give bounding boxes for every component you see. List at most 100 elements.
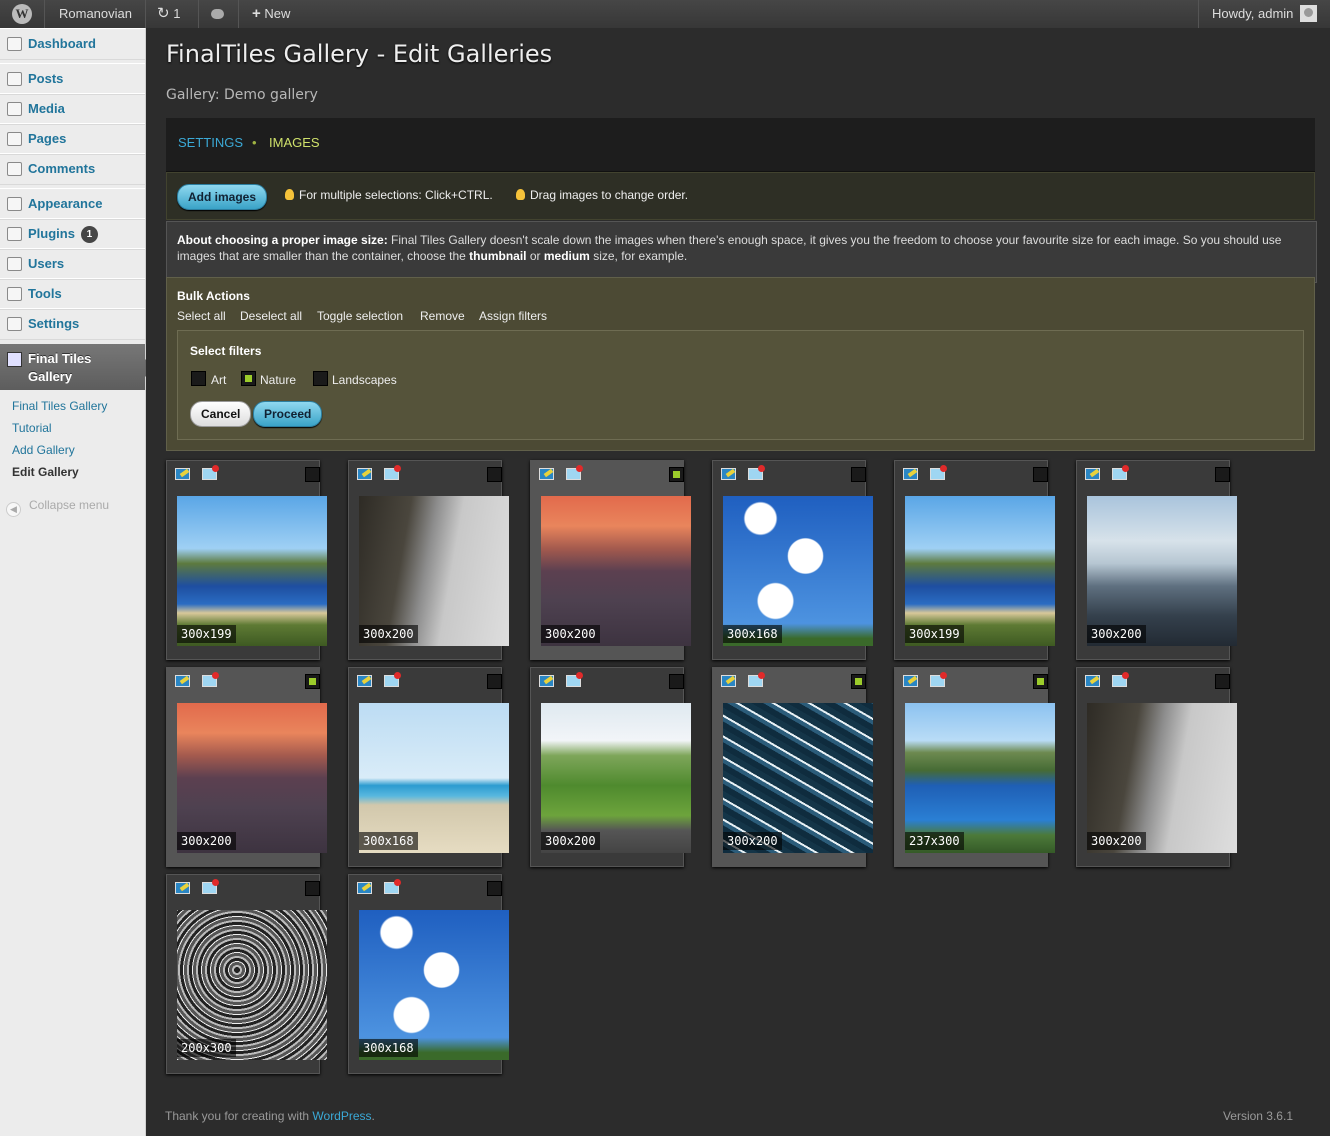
tile-select-checkbox[interactable] [669, 674, 684, 689]
tile-select-checkbox[interactable] [305, 467, 320, 482]
edit-image-icon[interactable] [175, 468, 190, 480]
proceed-button[interactable]: Proceed [253, 401, 323, 427]
image-tile[interactable]: 300x168 [348, 874, 509, 1074]
deselect-all-link[interactable]: Deselect all [240, 309, 302, 323]
tile-select-checkbox[interactable] [851, 467, 866, 482]
edit-image-icon[interactable] [539, 468, 554, 480]
collapse-menu-button[interactable]: ◀ Collapse menu [6, 498, 109, 517]
add-images-button[interactable]: Add images [177, 184, 268, 210]
assign-filters-link[interactable]: Assign filters [479, 309, 547, 323]
edit-image-icon[interactable] [175, 882, 190, 894]
wordpress-logo-icon[interactable]: W [12, 4, 32, 24]
edit-image-icon[interactable] [357, 468, 372, 480]
image-thumbnail [905, 703, 1055, 853]
edit-image-icon[interactable] [903, 675, 918, 687]
remove-image-icon[interactable] [202, 465, 219, 480]
remove-image-icon[interactable] [930, 465, 947, 480]
tab-settings[interactable]: SETTINGS [178, 135, 243, 150]
lightbulb-icon [516, 189, 525, 200]
edit-image-icon[interactable] [721, 468, 736, 480]
image-tile[interactable]: 300x168 [348, 667, 509, 867]
sidebar-item-label: Plugins [28, 226, 75, 241]
image-tile[interactable]: 237x300 [894, 667, 1055, 867]
tab-images[interactable]: IMAGES [269, 135, 320, 150]
remove-image-icon[interactable] [566, 465, 583, 480]
toggle-selection-link[interactable]: Toggle selection [317, 309, 403, 323]
sidebar-item-posts[interactable]: Posts [0, 63, 145, 95]
remove-image-icon[interactable] [384, 879, 401, 894]
edit-image-icon[interactable] [1085, 675, 1100, 687]
admin-bar: W Romanovian ↻ 1 + New Howdy, admin [0, 0, 1330, 28]
updates-count: 1 [173, 6, 181, 21]
new-content-link[interactable]: + New [252, 0, 290, 28]
account-greeting[interactable]: Howdy, admin [1212, 0, 1293, 28]
edit-image-icon[interactable] [1085, 468, 1100, 480]
sidebar-item-media[interactable]: Media [0, 93, 145, 125]
remove-image-icon[interactable] [748, 672, 765, 687]
tile-select-checkbox[interactable] [1033, 467, 1048, 482]
sidebar-item-label: Settings [28, 316, 80, 331]
edit-image-icon[interactable] [903, 468, 918, 480]
tile-select-checkbox[interactable] [669, 467, 684, 482]
filter-nature-checkbox[interactable] [241, 371, 256, 386]
tile-select-checkbox[interactable] [1215, 674, 1230, 689]
tile-select-checkbox[interactable] [487, 881, 502, 896]
sidebar-item-appearance[interactable]: Appearance [0, 188, 145, 220]
edit-image-icon[interactable] [357, 882, 372, 894]
remove-image-icon[interactable] [930, 672, 947, 687]
updates-link[interactable]: ↻ 1 [157, 0, 180, 28]
sidebar-item-tools[interactable]: Tools [0, 278, 145, 310]
edit-image-icon[interactable] [357, 675, 372, 687]
wordpress-link[interactable]: WordPress [312, 1109, 371, 1123]
tile-select-checkbox[interactable] [487, 467, 502, 482]
sidebar-item-plugins[interactable]: Plugins 1 [0, 218, 145, 250]
sidebar-item-users[interactable]: Users [0, 248, 145, 280]
image-tile[interactable]: 300x200 [530, 667, 691, 867]
avatar[interactable] [1300, 5, 1317, 22]
image-tile[interactable]: 300x200 [166, 667, 327, 867]
remove-image-icon[interactable] [1112, 465, 1129, 480]
image-tile[interactable]: 300x200 [712, 667, 873, 867]
remove-image-icon[interactable] [202, 879, 219, 894]
tile-select-checkbox[interactable] [1215, 467, 1230, 482]
image-tile[interactable]: 300x200 [348, 460, 509, 660]
remove-image-icon[interactable] [202, 672, 219, 687]
remove-image-icon[interactable] [384, 465, 401, 480]
image-tile[interactable]: 200x300 [166, 874, 327, 1074]
cancel-button[interactable]: Cancel [190, 401, 252, 427]
select-all-link[interactable]: Select all [177, 309, 226, 323]
tile-select-checkbox[interactable] [1033, 674, 1048, 689]
sidebar-item-final-tiles-gallery[interactable]: Final Tiles Gallery [0, 344, 154, 390]
sidebar-item-label: Users [28, 256, 65, 271]
image-tile[interactable]: 300x199 [894, 460, 1055, 660]
comments-link[interactable] [211, 0, 224, 28]
site-name-link[interactable]: Romanovian [59, 0, 132, 28]
edit-image-icon[interactable] [175, 675, 190, 687]
tile-select-checkbox[interactable] [305, 881, 320, 896]
submenu-tutorial[interactable]: Tutorial [12, 421, 52, 435]
image-tile[interactable]: 300x199 [166, 460, 327, 660]
submenu-add-gallery[interactable]: Add Gallery [12, 443, 75, 457]
sidebar-item-dashboard[interactable]: Dashboard [0, 28, 145, 60]
sidebar-item-settings[interactable]: Settings [0, 308, 145, 340]
submenu-final-tiles-gallery[interactable]: Final Tiles Gallery [12, 399, 107, 413]
tile-select-checkbox[interactable] [487, 674, 502, 689]
remove-image-icon[interactable] [1112, 672, 1129, 687]
remove-image-icon[interactable] [566, 672, 583, 687]
tile-select-checkbox[interactable] [851, 674, 866, 689]
filter-art-checkbox[interactable] [191, 371, 206, 386]
sidebar-item-pages[interactable]: Pages [0, 123, 145, 155]
image-tile[interactable]: 300x200 [1076, 667, 1237, 867]
edit-image-icon[interactable] [539, 675, 554, 687]
remove-image-icon[interactable] [384, 672, 401, 687]
sidebar-item-comments[interactable]: Comments [0, 153, 145, 185]
tile-select-checkbox[interactable] [305, 674, 320, 689]
remove-link[interactable]: Remove [420, 309, 465, 323]
submenu-edit-gallery[interactable]: Edit Gallery [12, 465, 79, 479]
image-tile[interactable]: 300x168 [712, 460, 873, 660]
edit-image-icon[interactable] [721, 675, 736, 687]
image-tile[interactable]: 300x200 [1076, 460, 1237, 660]
image-tile[interactable]: 300x200 [530, 460, 691, 660]
remove-image-icon[interactable] [748, 465, 765, 480]
filter-landscapes-checkbox[interactable] [313, 371, 328, 386]
